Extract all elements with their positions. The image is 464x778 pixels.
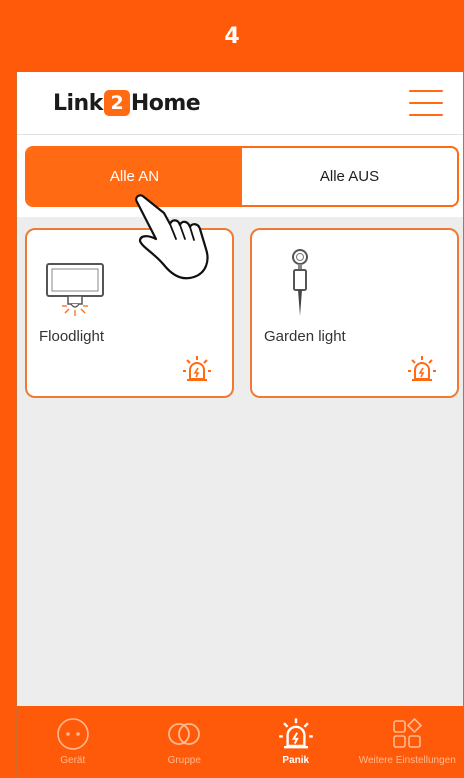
- panic-toggle-area: Alle AN Alle AUS: [17, 135, 463, 217]
- app-screen: Link2Home Alle AN Alle AUS Floodlight: [16, 72, 463, 778]
- step-number: 4: [224, 23, 240, 49]
- group-rings-icon: [168, 723, 201, 745]
- device-name: Floodlight: [39, 328, 105, 345]
- device-name: Garden light: [264, 328, 346, 345]
- step-banner: 4: [0, 0, 464, 72]
- nav-label: Gerät: [60, 755, 86, 766]
- socket-icon: [56, 718, 89, 750]
- hamburger-icon[interactable]: [409, 90, 443, 116]
- app-header: Link 2 Home: [17, 72, 463, 135]
- panic-siren-icon[interactable]: [407, 354, 437, 384]
- link2home-logo: Link 2 Home: [53, 88, 201, 118]
- bottom-nav: Gerät Gruppe Panik Weitere Einstellungen: [17, 706, 463, 778]
- floodlight-icon: [46, 263, 104, 316]
- all-on-button[interactable]: Alle AN: [27, 148, 242, 205]
- more-settings-icon: [393, 717, 423, 748]
- nav-item-panik[interactable]: Panik: [240, 706, 352, 778]
- panic-toggle: Alle AN Alle AUS: [25, 146, 459, 207]
- nav-label: Gruppe: [167, 755, 201, 766]
- nav-item-weitere-einstellungen[interactable]: Weitere Einstellungen: [352, 706, 464, 778]
- nav-item-gruppe[interactable]: Gruppe: [129, 706, 241, 778]
- device-card-garden-light[interactable]: Garden light: [250, 228, 459, 398]
- nav-label: Weitere Einstellungen: [358, 755, 456, 766]
- device-card-floodlight[interactable]: Floodlight: [25, 228, 234, 398]
- panic-siren-icon: [278, 718, 313, 749]
- garden-light-icon: [292, 249, 308, 316]
- logo-text-link: Link: [53, 90, 103, 116]
- nav-label: Panik: [282, 755, 310, 766]
- logo-text-home: Home: [130, 90, 201, 116]
- nav-item-geraet[interactable]: Gerät: [17, 706, 129, 778]
- panic-siren-icon[interactable]: [182, 354, 212, 384]
- all-off-button[interactable]: Alle AUS: [242, 148, 457, 205]
- logo-text-two: 2: [103, 90, 130, 116]
